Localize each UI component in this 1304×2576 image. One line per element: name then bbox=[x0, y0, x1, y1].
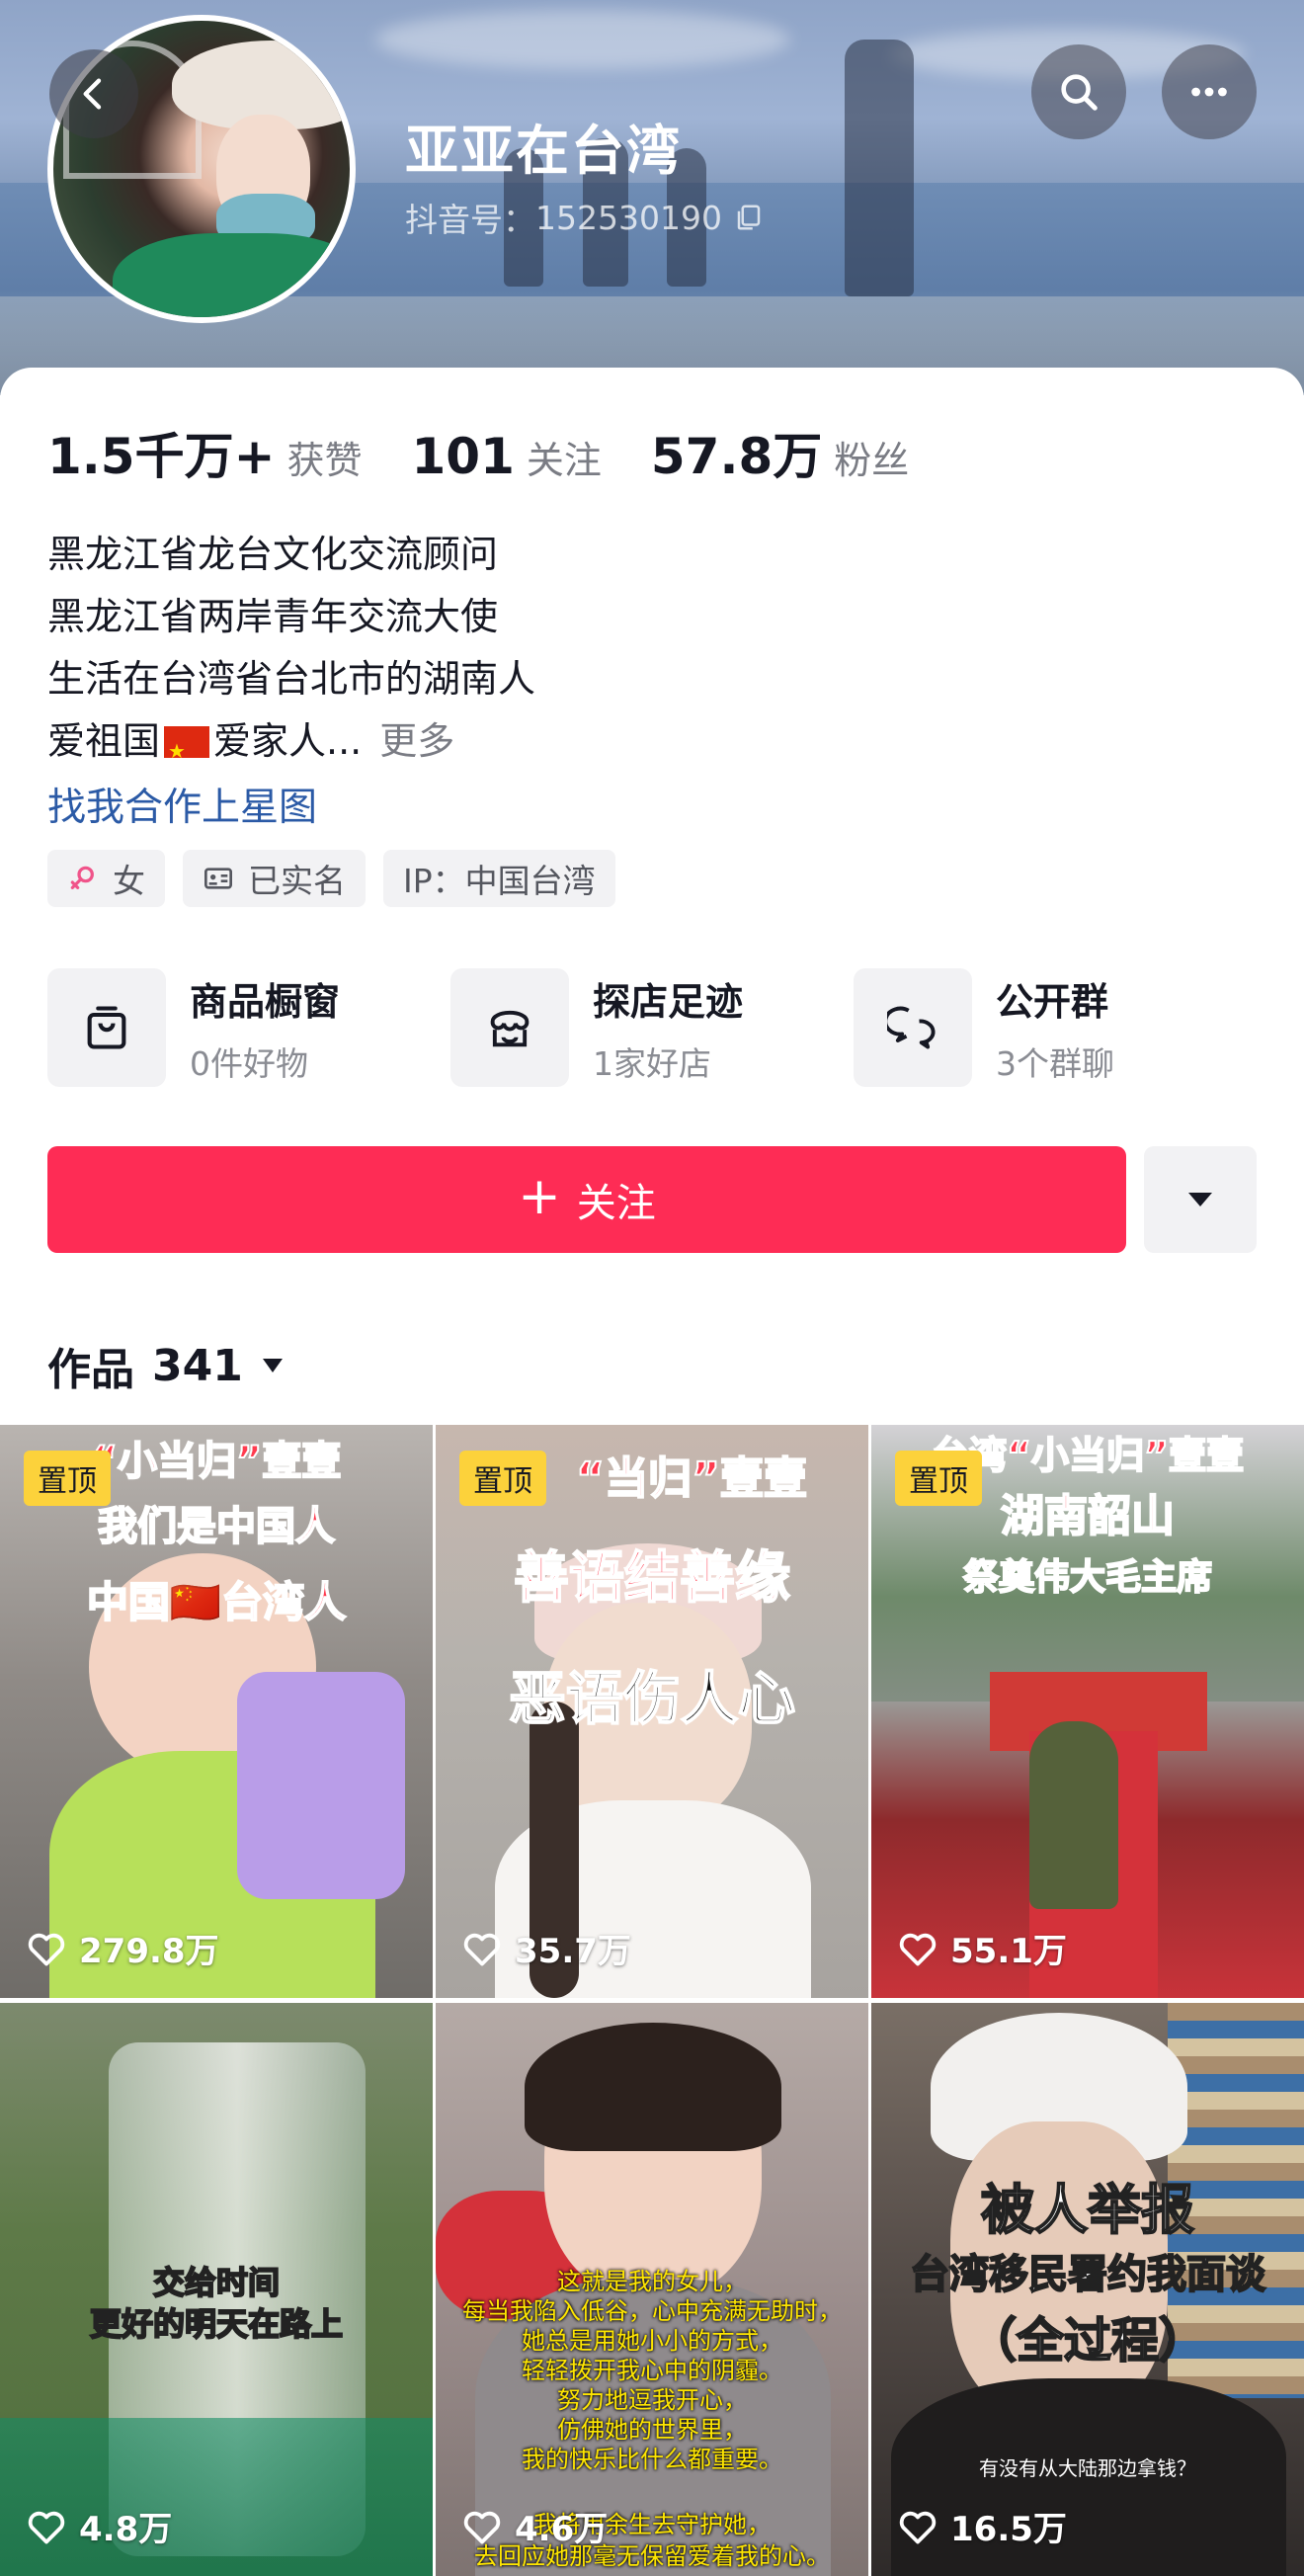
video-likes: 4.6万 bbox=[461, 2502, 608, 2550]
search-button[interactable] bbox=[1031, 44, 1126, 139]
bio-line: 生活在台湾省台北市的湖南人 bbox=[47, 657, 536, 701]
pinned-badge: 置顶 bbox=[24, 1451, 111, 1506]
likes-count: 1.5千万+ bbox=[47, 428, 276, 485]
bio-more-link[interactable]: 更多 bbox=[379, 719, 454, 763]
heart-icon bbox=[28, 1933, 65, 1965]
shopping-bag-icon bbox=[87, 1006, 126, 1049]
follow-label: 关注 bbox=[576, 1181, 656, 1226]
video-likes: 35.7万 bbox=[461, 1924, 631, 1972]
profile-card: 1.5千万+ 获赞 101 关注 57.8万 粉丝 黑龙江省龙台文化交流顾问 黑… bbox=[0, 368, 1304, 1425]
bio-line: 黑龙江省两岸青年交流大使 bbox=[47, 595, 499, 638]
heart-icon bbox=[899, 2511, 937, 2543]
heart-icon bbox=[899, 1933, 937, 1965]
tab-works[interactable]: 作品 341 bbox=[47, 1334, 285, 1397]
bio[interactable]: 黑龙江省龙台文化交流顾问 黑龙江省两岸青年交流大使 生活在台湾省台北市的湖南人 … bbox=[47, 524, 536, 783]
chat-group-icon bbox=[887, 1006, 936, 1049]
works-count: 341 bbox=[152, 1340, 243, 1391]
video-grid: “小当归”壹壹 我们是中国人 中国🇨🇳台湾人 置顶 279.8万 “当归”壹壹 … bbox=[0, 1425, 1304, 2576]
nickname: 亚亚在台湾 bbox=[405, 120, 682, 182]
search-icon bbox=[1061, 74, 1098, 111]
video-likes: 16.5万 bbox=[897, 2502, 1067, 2550]
more-dots-icon bbox=[1191, 87, 1227, 97]
gender-tag: 女 bbox=[47, 850, 165, 907]
pinned-badge: 置顶 bbox=[459, 1451, 546, 1506]
likes-label: 获赞 bbox=[286, 439, 363, 482]
douyin-id[interactable]: 抖音号： 152530190 bbox=[405, 194, 764, 241]
douyin-id-label: 抖音号： bbox=[405, 201, 535, 239]
pinned-badge: 置顶 bbox=[895, 1451, 982, 1506]
plus-icon: + bbox=[518, 1167, 561, 1226]
profile-tags: 女 已实名 IP：中国台湾 bbox=[47, 850, 615, 907]
shortcut-public-groups[interactable]: 公开群 3个群聊 bbox=[854, 968, 1257, 1087]
works-label: 作品 bbox=[47, 1345, 134, 1395]
stats-row: 1.5千万+ 获赞 101 关注 57.8万 粉丝 bbox=[47, 417, 958, 488]
triangle-down-icon bbox=[262, 1359, 283, 1372]
chevron-left-icon bbox=[83, 78, 102, 110]
shortcut-store-visits[interactable]: 探店足迹 1家好店 bbox=[450, 968, 854, 1087]
female-icon bbox=[70, 866, 94, 889]
banner-cloud bbox=[375, 10, 790, 69]
heart-icon bbox=[28, 2511, 65, 2543]
store-icon bbox=[490, 1010, 530, 1047]
followers-label[interactable]: 粉丝 bbox=[834, 430, 909, 484]
heart-icon bbox=[463, 1933, 501, 1965]
heart-icon bbox=[463, 2511, 501, 2543]
video-likes: 279.8万 bbox=[26, 1924, 219, 1972]
verified-tag: 已实名 bbox=[183, 850, 366, 907]
banner-person bbox=[845, 40, 914, 296]
following-count[interactable]: 101 bbox=[411, 428, 514, 485]
bio-line: 黑龙江省龙台文化交流顾问 bbox=[47, 533, 499, 576]
id-card-icon bbox=[204, 868, 232, 889]
video-tile[interactable]: 被人举报 台湾移民署约我面谈 （全过程） 有没有从大陆那边拿钱？ 16.5万 bbox=[871, 2003, 1304, 2576]
video-likes: 4.8万 bbox=[26, 2502, 172, 2550]
video-tile[interactable]: “小当归”壹壹 我们是中国人 中国🇨🇳台湾人 置顶 279.8万 bbox=[0, 1425, 433, 1998]
back-button[interactable] bbox=[49, 49, 138, 138]
collaboration-link[interactable]: 找我合作上星图 bbox=[47, 777, 317, 832]
bio-line: 爱祖国爱家人...更多 bbox=[47, 710, 535, 783]
video-tile[interactable]: “当归”壹壹 善语结善缘 恶语伤人心 置顶 35.7万 bbox=[436, 1425, 868, 1998]
follow-button[interactable]: + 关注 bbox=[47, 1146, 1126, 1253]
more-options-button[interactable] bbox=[1162, 44, 1257, 139]
followers-count[interactable]: 57.8万 bbox=[651, 417, 822, 488]
shortcuts-row: 商品橱窗 0件好物 探店足迹 1家好店 公开群 3个群聊 bbox=[47, 968, 1257, 1087]
video-tile[interactable]: 这就是我的女儿， 每当我陷入低谷，心中充满无助时， 她总是用她小小的方式， 轻轻… bbox=[436, 2003, 868, 2576]
video-tile[interactable]: 台湾“小当归”壹壹 湖南韶山 祭奠伟大毛主席 置顶 55.1万 bbox=[871, 1425, 1304, 1998]
ip-location-tag: IP：中国台湾 bbox=[383, 850, 615, 907]
recommend-dropdown-button[interactable] bbox=[1144, 1146, 1257, 1253]
shortcut-product-window[interactable]: 商品橱窗 0件好物 bbox=[47, 968, 450, 1087]
video-tile[interactable]: 交给时间 更好的明天在路上 4.8万 bbox=[0, 2003, 433, 2576]
douyin-id-value: 152530190 bbox=[535, 198, 722, 237]
grid-divider bbox=[0, 1998, 1304, 2003]
china-flag-icon bbox=[164, 720, 210, 783]
video-likes: 55.1万 bbox=[897, 1924, 1067, 1972]
copy-icon[interactable] bbox=[734, 203, 764, 232]
triangle-down-icon bbox=[1188, 1193, 1212, 1206]
following-label[interactable]: 关注 bbox=[527, 430, 602, 484]
